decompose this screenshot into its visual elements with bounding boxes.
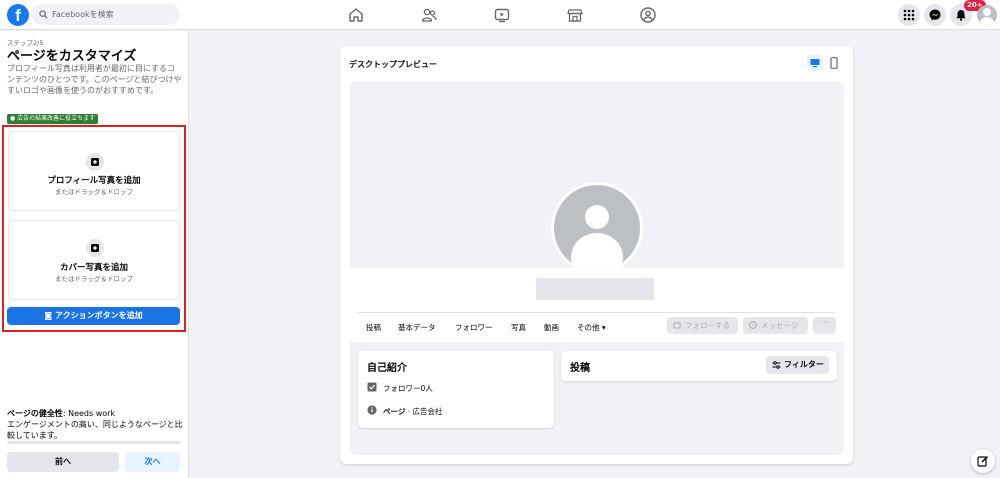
bell-icon — [956, 10, 966, 21]
message-button-label: メッセージ — [761, 321, 799, 330]
ad-results-badge: ● 広告の結果改善に役立ちます — [7, 114, 99, 124]
followers-row: フォロワー0人 — [367, 382, 433, 394]
mobile-icon[interactable] — [830, 57, 838, 69]
tab-more[interactable]: その他 ▾ — [577, 322, 606, 333]
posts-title: 投稿 — [570, 363, 590, 374]
search-input[interactable]: Facebookを検索 — [32, 4, 180, 25]
action-icon: ◙ — [44, 311, 55, 320]
page-category-row: ページ · 広告会社 — [367, 405, 443, 417]
follow-icon — [673, 321, 681, 329]
divider — [358, 312, 836, 313]
messenger-button[interactable] — [924, 4, 946, 26]
add-cover-photo-card[interactable]: カバー写真を追加 またはドラッグ＆ドロップ — [8, 220, 180, 300]
customize-page-panel: ステップ2/5 ページをカスタマイズ プロフィール写真は利用者が最初に目にするコ… — [0, 31, 189, 478]
followers-count: フォロワー0人 — [383, 384, 433, 393]
intro-title: 自己紹介 — [367, 363, 407, 374]
add-action-button-label: アクションボタンを追加 — [54, 311, 143, 320]
add-profile-photo-title: プロフィール写真を追加 — [47, 176, 141, 186]
add-cover-photo-subtitle: またはドラッグ＆ドロップ — [55, 275, 133, 283]
add-photo-icon — [86, 153, 104, 171]
facebook-logo[interactable]: f — [7, 4, 29, 26]
search-placeholder: Facebookを検索 — [52, 10, 114, 19]
search-icon — [39, 10, 48, 19]
messenger-icon — [749, 321, 757, 329]
filter-icon — [772, 361, 781, 369]
page-health-value: : Needs work — [62, 409, 116, 418]
marketplace-icon[interactable] — [566, 6, 584, 24]
add-action-button[interactable]: ◙ アクションボタンを追加 — [7, 307, 180, 325]
edit-icon — [977, 456, 988, 467]
followers-icon — [367, 382, 377, 392]
page-health-description: エンゲージメントの高い、同じようなページと比較しています。 — [7, 420, 183, 440]
filter-button-label: フィルター — [784, 360, 824, 369]
add-photo-icon — [86, 239, 104, 257]
info-icon — [367, 405, 377, 415]
follow-button-label: フォローする — [685, 321, 730, 330]
desktop-view-toggle[interactable] — [807, 55, 823, 71]
panel-description: プロフィール写真は利用者が最初に目にするコンテンツのひとつです。このページと結び… — [7, 64, 182, 95]
posts-card: 投稿 フィルター — [561, 351, 837, 381]
page-label: ページ — [383, 407, 406, 416]
compose-button[interactable] — [971, 449, 995, 473]
add-cover-photo-title: カバー写真を追加 — [59, 263, 128, 273]
friends-icon[interactable] — [420, 6, 438, 24]
watch-icon[interactable] — [493, 6, 511, 24]
more-options-button[interactable]: ··· — [813, 317, 836, 334]
back-button[interactable]: 前へ — [7, 452, 119, 472]
progress-bar — [7, 441, 180, 444]
profile-picture-placeholder — [551, 182, 643, 274]
preview-title: デスクトッププレビュー — [349, 60, 437, 69]
page-category: · 広告会社 — [405, 407, 443, 416]
panel-title: ページをカスタマイズ — [7, 49, 137, 64]
messenger-icon — [929, 9, 941, 21]
menu-grid-icon — [903, 9, 915, 21]
add-profile-photo-card[interactable]: プロフィール写真を追加 またはドラッグ＆ドロップ — [8, 131, 180, 211]
menu-button[interactable] — [898, 4, 920, 26]
desktop-icon — [810, 59, 820, 68]
tab-about[interactable]: 基本データ — [398, 322, 436, 333]
tab-photos[interactable]: 写真 — [511, 322, 526, 333]
page-name-placeholder — [536, 278, 654, 300]
groups-icon[interactable] — [639, 6, 657, 24]
account-avatar[interactable] — [977, 5, 997, 25]
add-profile-photo-subtitle: またはドラッグ＆ドロップ — [55, 188, 133, 196]
ad-results-badge-text: 広告の結果改善に役立ちます — [17, 115, 96, 122]
page-health: ページの健全性: Needs work エンゲージメントの高い、同じようなページ… — [7, 408, 185, 441]
home-icon[interactable] — [347, 6, 365, 24]
next-button[interactable]: 次へ — [125, 452, 180, 472]
page-health-label: ページの健全性 — [7, 409, 63, 418]
intro-card: 自己紹介 フォロワー0人 ページ · 広告会社 — [358, 351, 554, 428]
desktop-preview-card: デスクトッププレビュー 投稿 基本データ フォロワー 写真 動画 その他 ▾ フ… — [340, 46, 853, 464]
follow-button[interactable]: フォローする — [667, 317, 738, 334]
tab-followers[interactable]: フォロワー — [455, 322, 493, 333]
filter-button[interactable]: フィルター — [766, 356, 829, 374]
top-navigation-bar: f Facebookを検索 20+ — [0, 0, 1000, 30]
message-button[interactable]: メッセージ — [743, 317, 808, 334]
tab-videos[interactable]: 動画 — [544, 322, 559, 333]
tab-posts[interactable]: 投稿 — [366, 322, 381, 333]
